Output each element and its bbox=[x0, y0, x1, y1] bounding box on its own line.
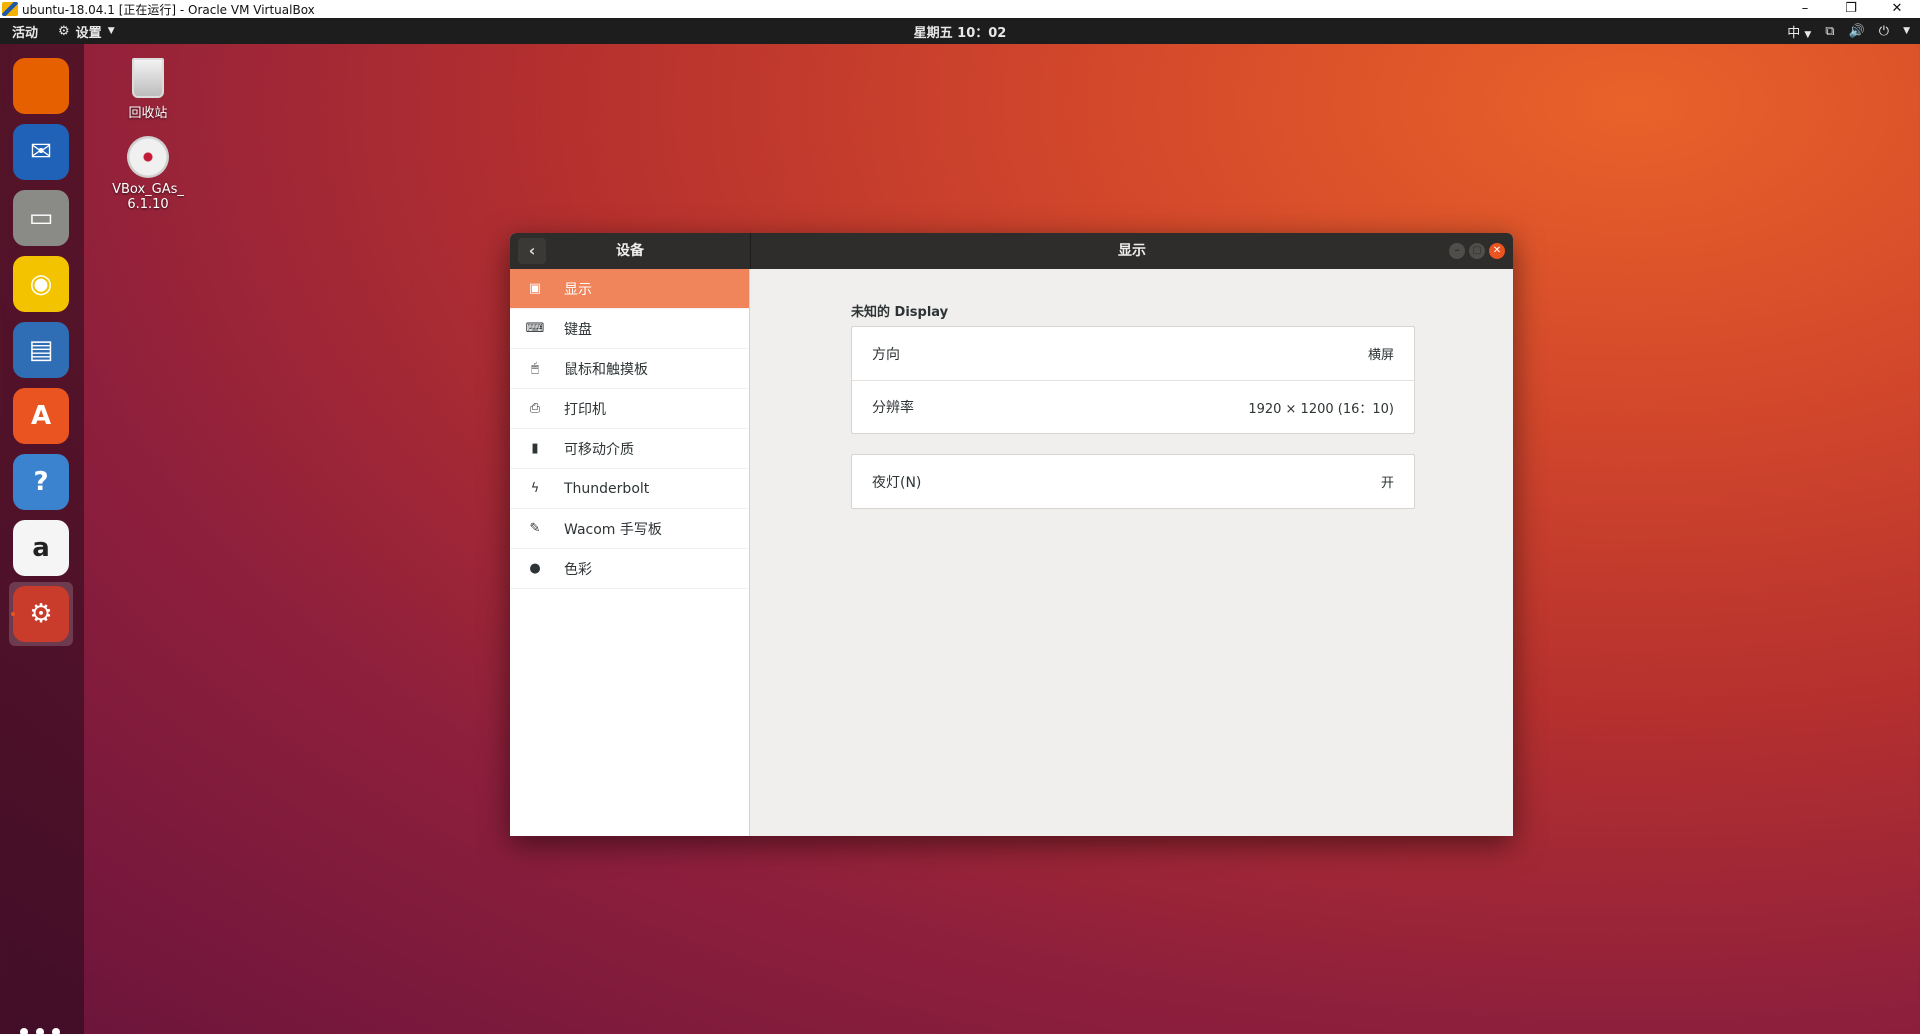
disc-label-line1: VBox_GAs_ bbox=[112, 182, 184, 197]
orientation-label: 方向 bbox=[872, 346, 900, 363]
dock: ✉ ▭ ◉ ▤ A? a ⚙ bbox=[0, 44, 84, 1034]
night-light-value: 开 bbox=[1380, 476, 1394, 491]
resolution-label: 分辨率 bbox=[872, 400, 914, 416]
orientation-row[interactable]: 方向 横屏 bbox=[852, 327, 1414, 380]
dock-item-ubuntu-software[interactable]: A bbox=[9, 384, 73, 448]
sidebar-item-label: 键盘 bbox=[564, 321, 592, 338]
dock-item-amazon[interactable]: a bbox=[9, 516, 73, 580]
sidebar-item-label: 打印机 bbox=[564, 401, 606, 418]
settings-icon: ⚙ bbox=[13, 586, 69, 642]
thunderbird-icon: ✉ bbox=[13, 124, 69, 180]
disc-icon bbox=[127, 136, 169, 178]
desktop-trash[interactable]: 回收站 bbox=[103, 58, 193, 121]
show-applications-button[interactable] bbox=[18, 1028, 62, 1034]
night-light-card: 夜灯(N) 开 bbox=[851, 454, 1415, 509]
sidebar-item-printer[interactable]: ⎙ 打印机 bbox=[510, 389, 749, 429]
top-bar: 活动 ⚙ 设置 ▼ 星期五 10：02 中 ▼ ⧉ 🔊 ⏻ ▼ bbox=[0, 18, 1920, 44]
dock-item-settings[interactable]: ⚙ bbox=[9, 582, 73, 646]
host-minimize-button[interactable]: – bbox=[1782, 0, 1828, 18]
clock[interactable]: 星期五 10：02 bbox=[914, 22, 1007, 41]
sidebar-item-display[interactable]: ▣ 显示 bbox=[510, 269, 749, 309]
printer-icon: ⎙ bbox=[529, 401, 541, 416]
sidebar-item-color[interactable]: ● 色彩 bbox=[510, 549, 749, 589]
sidebar-item-label: 显示 bbox=[564, 281, 592, 298]
input-method-indicator[interactable]: 中 ▼ bbox=[1787, 22, 1811, 41]
thunderbolt-icon: ϟ bbox=[530, 481, 540, 496]
running-indicator bbox=[11, 612, 15, 616]
libreoffice-writer-icon: ▤ bbox=[13, 322, 69, 378]
resolution-row[interactable]: 分辨率 1920 × 1200 (16：10) bbox=[852, 380, 1414, 433]
app-menu[interactable]: ⚙ 设置 ▼ bbox=[50, 22, 123, 41]
activities-button[interactable]: 活动 bbox=[0, 22, 50, 41]
sidebar-item-label: Thunderbolt bbox=[564, 480, 650, 497]
removable-media-icon: ▮ bbox=[531, 441, 539, 456]
firefox-icon bbox=[13, 58, 69, 114]
display-icon: ▣ bbox=[528, 281, 542, 296]
sidebar-item-thunderbolt[interactable]: ϟ Thunderbolt bbox=[510, 469, 749, 509]
network-icon: ⧉ bbox=[1825, 23, 1835, 39]
gear-icon: ⚙ bbox=[58, 23, 70, 39]
host-titlebar: ubuntu-18.04.1 [正在运行] - Oracle VM Virtua… bbox=[0, 0, 1920, 18]
files-icon: ▭ bbox=[13, 190, 69, 246]
host-close-button[interactable]: ✕ bbox=[1874, 0, 1920, 18]
settings-window: ‹ 设备 显示 – ▢ ✕ ▣ 显示 ⌨ 键盘 🖱 鼠标和触摸板 ⎙ 打印机 ▮ 可移动介质 ϟ Th… bbox=[510, 233, 1513, 836]
dock-item-firefox[interactable] bbox=[9, 54, 73, 118]
chevron-down-icon: ▼ bbox=[107, 26, 115, 36]
display-panel: 未知的 Display 方向 横屏 分辨率 1920 × 1200 (16：10… bbox=[751, 269, 1513, 836]
host-restore-button[interactable]: ❐ bbox=[1828, 0, 1874, 18]
ubuntu-software-icon: A bbox=[13, 388, 69, 444]
settings-sidebar: ▣ 显示 ⌨ 键盘 🖱 鼠标和触摸板 ⎙ 打印机 ▮ 可移动介质 ϟ Thunderbolt ✎ Waco… bbox=[510, 269, 750, 836]
dock-item-rhythmbox[interactable]: ◉ bbox=[9, 252, 73, 316]
host-window-controls: – ❐ ✕ bbox=[1782, 0, 1920, 18]
power-icon: ⏻ bbox=[1878, 23, 1890, 39]
resolution-value: 1920 × 1200 (16：10) bbox=[1248, 401, 1394, 417]
color-icon: ● bbox=[529, 561, 541, 576]
trash-icon bbox=[132, 58, 164, 98]
disc-label-line2: 6.1.10 bbox=[127, 197, 169, 212]
volume-icon: 🔊 bbox=[1848, 23, 1865, 39]
dock-item-files[interactable]: ▭ bbox=[9, 186, 73, 250]
rhythmbox-icon: ◉ bbox=[13, 256, 69, 312]
sidebar-item-tablet[interactable]: ✎ Wacom 手写板 bbox=[510, 509, 749, 549]
maximize-button[interactable]: ▢ bbox=[1469, 243, 1485, 259]
tablet-icon: ✎ bbox=[529, 521, 541, 536]
window-controls: – ▢ ✕ bbox=[1449, 243, 1505, 259]
sidebar-item-keyboard[interactable]: ⌨ 键盘 bbox=[510, 309, 749, 349]
sidebar-item-label: 色彩 bbox=[564, 561, 592, 578]
app-menu-label: 设置 bbox=[75, 25, 102, 41]
dock-item-thunderbird[interactable]: ✉ bbox=[9, 120, 73, 184]
sidebar-title: 设备 bbox=[616, 243, 644, 259]
amazon-icon: a bbox=[13, 520, 69, 576]
window-header: ‹ 设备 显示 – ▢ ✕ bbox=[510, 233, 1513, 269]
night-light-row[interactable]: 夜灯(N) 开 bbox=[852, 455, 1414, 508]
night-light-label: 夜灯(N) bbox=[872, 474, 922, 491]
panel-title: 显示 bbox=[1118, 243, 1146, 259]
help-icon: ? bbox=[13, 454, 69, 510]
chevron-down-icon: ▼ bbox=[1804, 29, 1812, 40]
trash-label: 回收站 bbox=[128, 106, 168, 121]
close-button[interactable]: ✕ bbox=[1489, 243, 1505, 259]
sidebar-item-label: 可移动介质 bbox=[564, 441, 634, 458]
host-window-title: ubuntu-18.04.1 [正在运行] - Oracle VM Virtua… bbox=[22, 2, 315, 17]
chevron-down-icon: ▼ bbox=[1903, 26, 1910, 36]
virtualbox-icon bbox=[2, 2, 18, 16]
dock-item-libreoffice-writer[interactable]: ▤ bbox=[9, 318, 73, 382]
input-method-label: 中 bbox=[1787, 25, 1801, 41]
system-tray[interactable]: 中 ▼ ⧉ 🔊 ⏻ ▼ bbox=[1787, 22, 1920, 41]
minimize-button[interactable]: – bbox=[1449, 243, 1465, 259]
mouse-icon: 🖱 bbox=[531, 361, 539, 376]
sidebar-item-label: Wacom 手写板 bbox=[564, 521, 662, 538]
orientation-value: 横屏 bbox=[1367, 348, 1394, 363]
sidebar-item-removable-media[interactable]: ▮ 可移动介质 bbox=[510, 429, 749, 469]
desktop-vbox-disc[interactable]: VBox_GAs_ 6.1.10 bbox=[103, 136, 193, 212]
sidebar-item-mouse[interactable]: 🖱 鼠标和触摸板 bbox=[510, 349, 749, 389]
keyboard-icon: ⌨ bbox=[525, 321, 545, 336]
display-settings-card: 方向 横屏 分辨率 1920 × 1200 (16：10) bbox=[851, 326, 1415, 434]
dock-item-help[interactable]: ? bbox=[9, 450, 73, 514]
sidebar-item-label: 鼠标和触摸板 bbox=[564, 361, 648, 378]
display-section-title: 未知的 Display bbox=[851, 305, 949, 320]
